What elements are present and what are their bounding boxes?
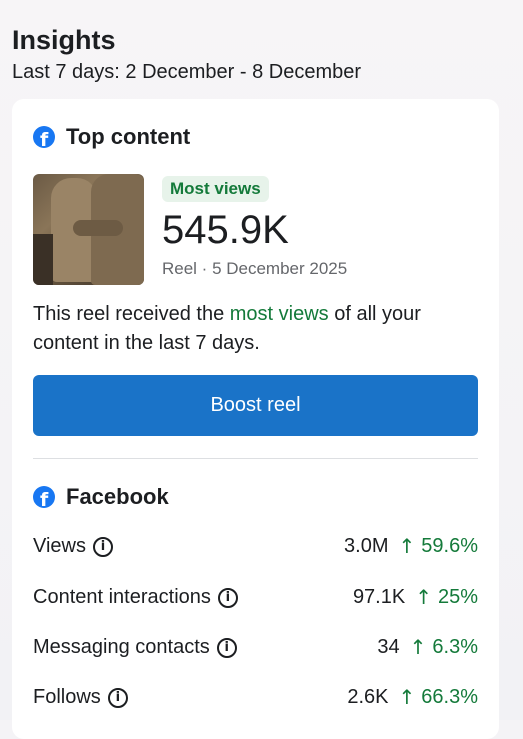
facebook-header: f Facebook <box>33 484 169 510</box>
page-title: Insights <box>12 25 116 55</box>
arrow-up-icon: ↑ <box>409 635 427 659</box>
divider <box>33 458 478 459</box>
metric-change: 25% <box>437 585 478 608</box>
metric-label: Content interactions <box>33 585 211 608</box>
arrow-up-icon: ↑ <box>398 685 416 709</box>
metric-row-content-interactions[interactable]: Content interactions i 97.1K ↑ 25% <box>33 582 478 612</box>
reel-meta: Reel · 5 December 2025 <box>162 259 348 278</box>
info-icon[interactable]: i <box>217 588 238 608</box>
metric-row-follows[interactable]: Follows i 2.6K ↑ 66.3% <box>33 682 478 712</box>
top-content-description: This reel received the most views of all… <box>33 300 483 358</box>
arrow-up-icon: ↑ <box>398 534 416 558</box>
metric-label: Messaging contacts <box>33 635 210 658</box>
metric-change: 59.6% <box>421 534 478 557</box>
metric-label: Follows <box>33 685 101 708</box>
page-header: Insights Last 7 days: 2 December - 8 Dec… <box>12 24 361 85</box>
metric-value: 2.6K <box>347 685 389 708</box>
metric-label: Views <box>33 534 86 557</box>
date-range: Last 7 days: 2 December - 8 December <box>12 61 362 83</box>
top-content-title: Top content <box>66 124 191 149</box>
facebook-section-title: Facebook <box>66 484 169 509</box>
insights-card: f Top content Most views 545.9K Reel · 5… <box>12 99 499 739</box>
metric-value: 97.1K <box>352 585 406 608</box>
most-views-badge: Most views <box>162 176 269 202</box>
info-icon[interactable]: i <box>216 638 237 658</box>
metric-value: 3.0M <box>344 534 389 557</box>
metric-row-messaging-contacts[interactable]: Messaging contacts i 34 ↑ 6.3% <box>33 632 478 662</box>
info-icon[interactable]: i <box>107 688 128 708</box>
boost-reel-button[interactable]: Boost reel <box>33 375 478 436</box>
metric-value: 34 <box>377 635 400 658</box>
info-icon[interactable]: i <box>93 537 113 557</box>
reel-views-count: 545.9K <box>162 208 289 252</box>
reel-thumbnail[interactable] <box>33 174 144 285</box>
arrow-up-icon: ↑ <box>415 585 432 609</box>
top-content-header: f Top content <box>33 124 190 150</box>
metric-change: 66.3% <box>421 685 478 708</box>
facebook-icon: f <box>33 126 55 148</box>
description-text-start: This reel received the <box>33 303 230 325</box>
metric-change: 6.3% <box>432 635 478 658</box>
facebook-icon: f <box>33 486 55 508</box>
metric-row-views[interactable]: Views i 3.0M ↑ 59.6% <box>33 531 478 561</box>
description-highlight: most views <box>229 303 329 325</box>
